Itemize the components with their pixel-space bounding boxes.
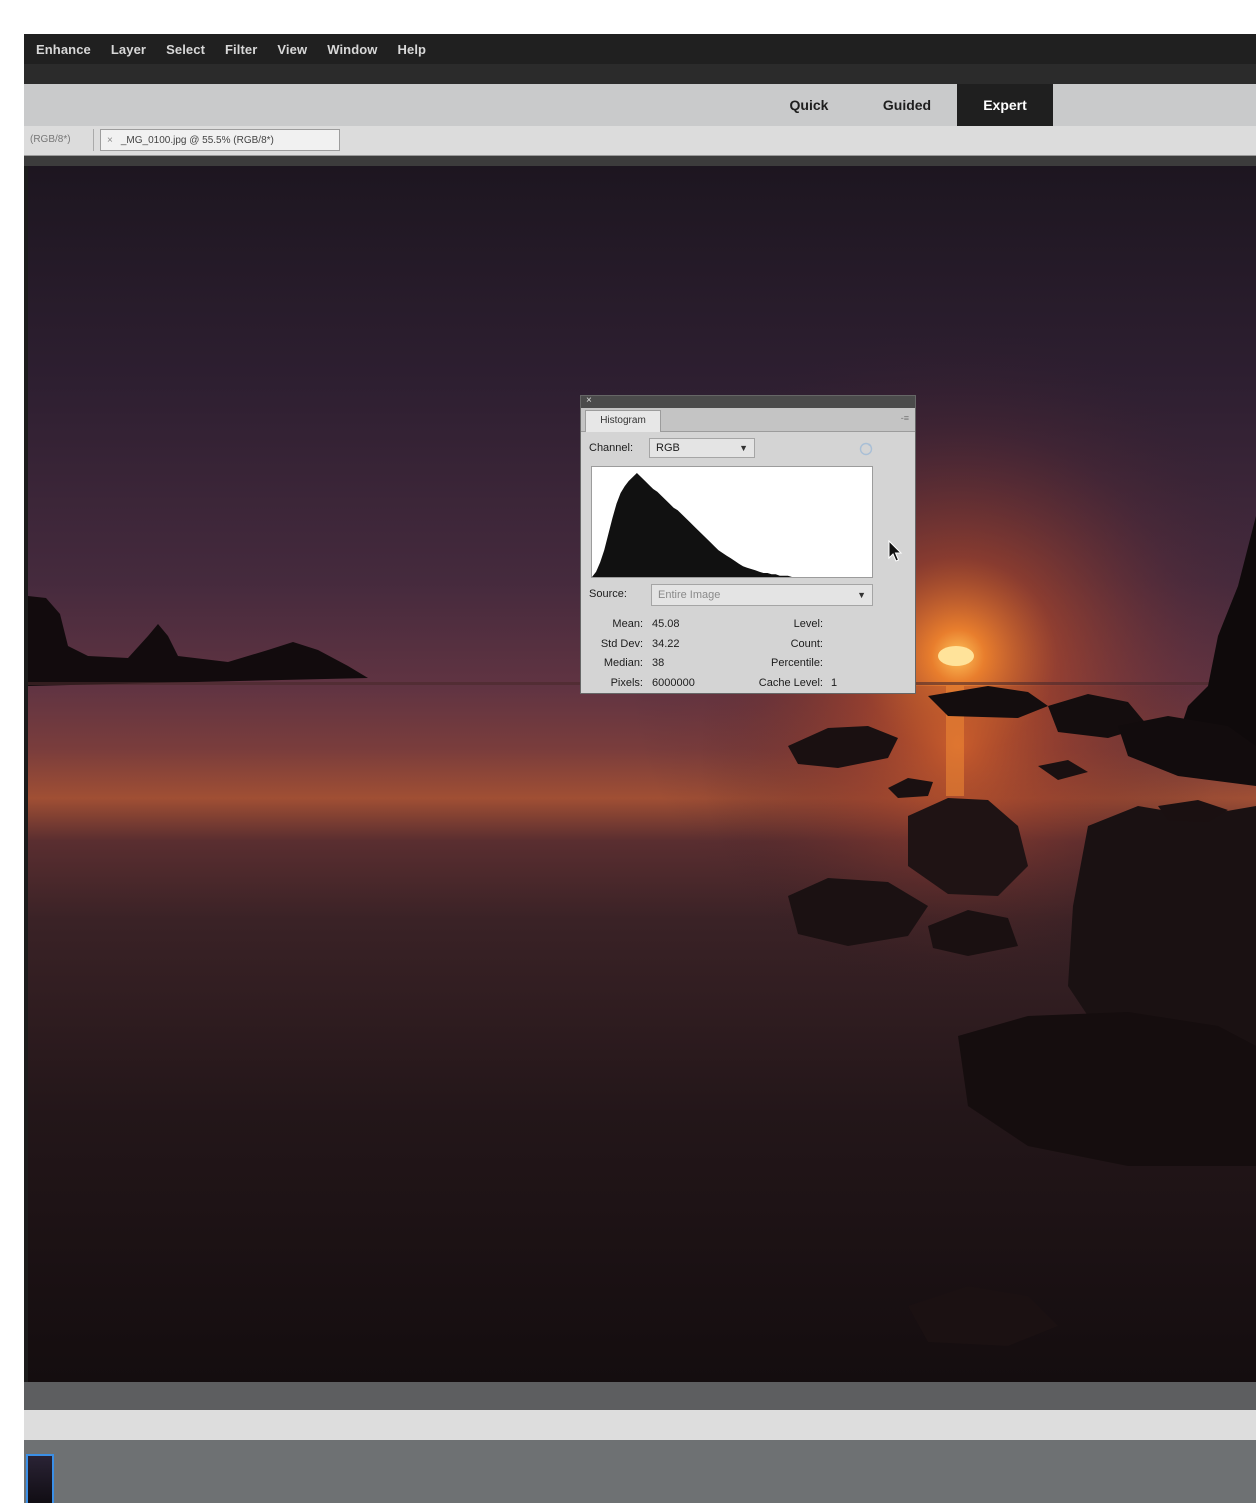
- source-value: Entire Image: [658, 589, 721, 601]
- menu-help[interactable]: Help: [398, 42, 427, 57]
- panel-tab-row: Histogram -≡: [581, 408, 915, 432]
- panel-titlebar[interactable]: ×: [581, 395, 915, 408]
- image-canvas[interactable]: [28, 166, 1256, 1382]
- tab-separator: [24, 156, 1256, 166]
- channel-select[interactable]: RGB ▼: [649, 438, 755, 458]
- menu-bar: Enhance Layer Select Filter View Window …: [24, 34, 1256, 64]
- refresh-icon[interactable]: [857, 440, 875, 458]
- menu-select[interactable]: Select: [166, 42, 205, 57]
- histogram-chart: [592, 473, 792, 577]
- sunset-seascape-photo: [28, 166, 1256, 1382]
- stat-cache-level-value: 1: [831, 677, 838, 689]
- mode-tab-expert[interactable]: Expert: [957, 84, 1053, 126]
- status-bar: [24, 1410, 1256, 1440]
- stat-stddev-label: Std Dev:: [600, 638, 643, 650]
- chevron-down-icon: ▼: [739, 443, 748, 453]
- stat-pixels-label: Pixels:: [610, 677, 643, 689]
- mode-tab-quick[interactable]: Quick: [764, 84, 854, 126]
- stat-median-label: Median:: [603, 657, 643, 669]
- stat-pixels-value: 6000000: [652, 677, 695, 689]
- document-tab-active[interactable]: × _MG_0100.jpg @ 55.5% (RGB/8*): [100, 129, 340, 151]
- histogram-panel: × Histogram -≡ Channel: RGB ▼ Source: En…: [580, 395, 916, 694]
- menu-window[interactable]: Window: [327, 42, 377, 57]
- source-select[interactable]: Entire Image ▼: [651, 584, 873, 606]
- stat-count-label: Count:: [790, 638, 823, 650]
- arrow-cursor-icon: [888, 540, 903, 562]
- close-icon[interactable]: ×: [586, 395, 592, 407]
- stat-cache-level-label: Cache Level:: [758, 677, 823, 689]
- tab-histogram[interactable]: Histogram: [585, 410, 661, 432]
- channel-label: Channel:: [589, 442, 634, 454]
- canvas-bottom-strip: [24, 1382, 1256, 1410]
- mode-bar: Quick Guided Expert: [24, 84, 1256, 126]
- stat-stddev-value: 34.22: [652, 638, 680, 650]
- photo-bin: [24, 1440, 1256, 1503]
- histogram-graph: [591, 466, 873, 578]
- document-tab-previous[interactable]: (RGB/8*): [24, 129, 94, 151]
- stat-percentile-label: Percentile:: [771, 657, 823, 669]
- photoshop-elements-window: Enhance Layer Select Filter View Window …: [24, 34, 1256, 1503]
- photo-bin-thumbnail[interactable]: [26, 1454, 54, 1503]
- menu-view[interactable]: View: [277, 42, 307, 57]
- histogram-curve: [592, 473, 792, 577]
- document-tab-label: _MG_0100.jpg @ 55.5% (RGB/8*): [120, 135, 274, 146]
- panel-menu-icon[interactable]: -≡: [901, 413, 909, 423]
- menu-layer[interactable]: Layer: [111, 42, 146, 57]
- chevron-down-icon: ▼: [857, 590, 866, 600]
- menu-gap: [24, 64, 1256, 84]
- stat-mean-label: Mean:: [612, 618, 643, 630]
- channel-value: RGB: [656, 442, 680, 454]
- menu-filter[interactable]: Filter: [225, 42, 257, 57]
- menu-enhance[interactable]: Enhance: [36, 42, 91, 57]
- stat-level-label: Level:: [793, 618, 823, 630]
- source-label: Source:: [589, 588, 627, 600]
- stat-median-value: 38: [652, 657, 665, 669]
- close-tab-icon[interactable]: ×: [107, 135, 113, 146]
- stat-mean-value: 45.08: [652, 618, 680, 630]
- document-tab-bar: (RGB/8*) × _MG_0100.jpg @ 55.5% (RGB/8*): [24, 126, 1256, 156]
- mode-tab-guided[interactable]: Guided: [862, 84, 952, 126]
